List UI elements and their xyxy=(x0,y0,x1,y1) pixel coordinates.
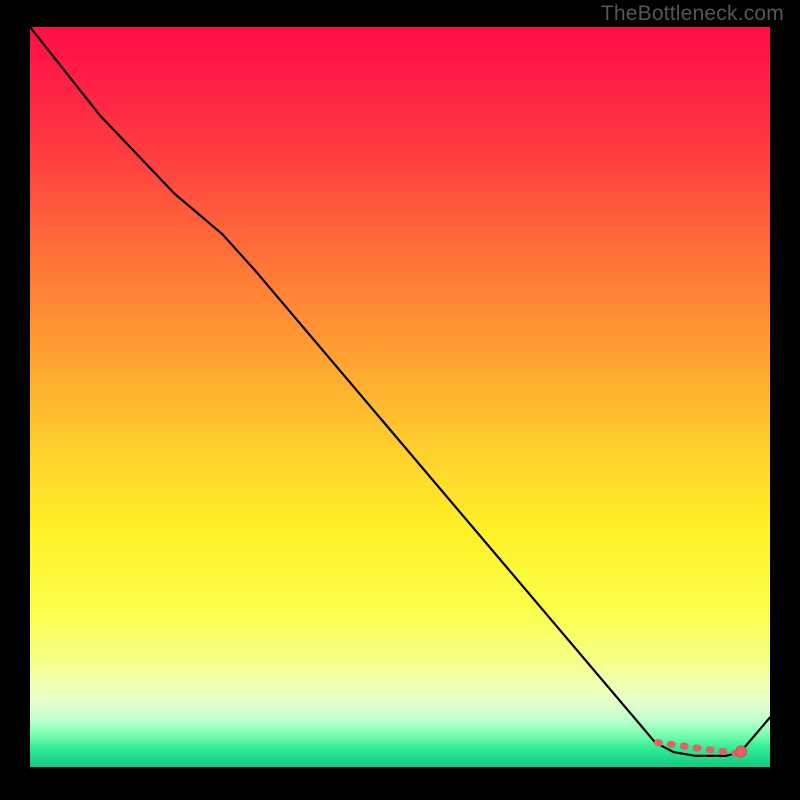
chart-svg xyxy=(0,0,800,800)
plot-background xyxy=(30,27,770,767)
current-config-dot xyxy=(736,746,747,757)
chart-frame: { "watermark": "TheBottleneck.com", "col… xyxy=(0,0,800,800)
